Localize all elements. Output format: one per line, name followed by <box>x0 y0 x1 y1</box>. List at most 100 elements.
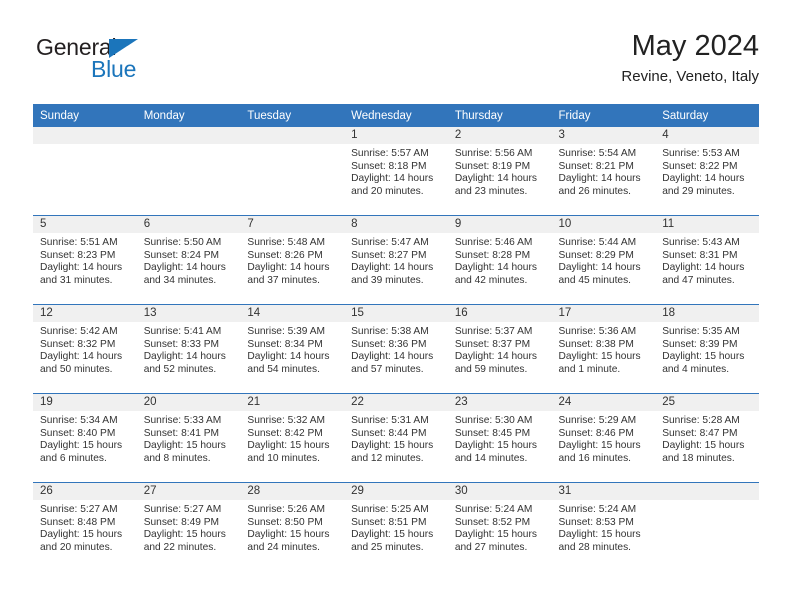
day-details: Sunrise: 5:27 AM Sunset: 8:48 PM Daylight:… <box>33 500 137 554</box>
general-blue-logo[interactable]: General Blue <box>33 34 253 90</box>
day-details: Sunrise: 5:29 AM Sunset: 8:46 PM Daylight:… <box>552 411 656 465</box>
day-number: 2 <box>447 127 552 144</box>
calendar-cell-day-21[interactable]: 21 Sunrise: 5:32 AM Sunset: 8:42 PM Dayligh… <box>240 393 345 483</box>
sunset-text: Sunset: 8:40 PM <box>40 427 116 439</box>
daylight-text: Daylight: 14 hours and 37 minutes. <box>247 262 330 286</box>
day-number: 31 <box>551 483 656 500</box>
calendar-cell-day-25[interactable]: 25 Sunrise: 5:28 AM Sunset: 8:47 PM Dayligh… <box>655 393 759 483</box>
day-number: 4 <box>655 127 759 144</box>
day-number: 14 <box>240 305 345 322</box>
day-number: 12 <box>33 305 137 322</box>
calendar-cell-day-22[interactable]: 22 Sunrise: 5:31 AM Sunset: 8:44 PM Dayligh… <box>344 393 448 483</box>
sunset-text: Sunset: 8:19 PM <box>454 160 531 172</box>
sunset-text: Sunset: 8:53 PM <box>558 516 634 528</box>
calendar-cell-day-20[interactable]: 20 Sunrise: 5:33 AM Sunset: 8:41 PM Dayligh… <box>136 393 241 483</box>
sunset-text: Sunset: 8:38 PM <box>558 338 634 350</box>
calendar-cell-day-13[interactable]: 13 Sunrise: 5:41 AM Sunset: 8:33 PM Dayligh… <box>136 304 241 394</box>
sunrise-text: Sunrise: 5:24 AM <box>454 504 533 515</box>
day-details: Sunrise: 5:24 AM Sunset: 8:52 PM Daylight:… <box>448 500 552 554</box>
calendar-cell-day-1[interactable]: 1 Sunrise: 5:57 AM Sunset: 8:18 PM Daylight… <box>344 127 448 216</box>
sunrise-text: Sunrise: 5:50 AM <box>143 237 222 248</box>
day-cell: 8 Sunrise: 5:47 AM Sunset: 8:27 PM Daylight… <box>344 216 448 304</box>
sunset-text: Sunset: 8:29 PM <box>558 249 634 261</box>
sunset-text: Sunset: 8:21 PM <box>558 160 634 172</box>
calendar-cell-day-19[interactable]: 19 Sunrise: 5:34 AM Sunset: 8:40 PM Dayligh… <box>33 393 137 483</box>
day-details: Sunrise: 5:48 AM Sunset: 8:26 PM Daylight:… <box>240 233 344 287</box>
calendar-cell-day-7[interactable]: 7 Sunrise: 5:48 AM Sunset: 8:26 PM Daylight… <box>240 215 345 305</box>
calendar-cell-day-5[interactable]: 5 Sunrise: 5:51 AM Sunset: 8:23 PM Daylight… <box>33 215 137 305</box>
calendar-cell-day-26[interactable]: 26 Sunrise: 5:27 AM Sunset: 8:48 PM Dayligh… <box>33 482 137 571</box>
day-cell: 13 Sunrise: 5:41 AM Sunset: 8:33 PM Dayligh… <box>136 305 241 393</box>
sunset-text: Sunset: 8:45 PM <box>454 427 531 439</box>
calendar-cell-day-15[interactable]: 15 Sunrise: 5:38 AM Sunset: 8:36 PM Dayligh… <box>344 304 448 394</box>
calendar-cell-day-27[interactable]: 27 Sunrise: 5:27 AM Sunset: 8:49 PM Dayligh… <box>136 482 241 571</box>
day-details: Sunrise: 5:54 AM Sunset: 8:21 PM Daylight:… <box>552 144 656 198</box>
daylight-text: Daylight: 14 hours and 47 minutes. <box>662 262 745 286</box>
calendar-cell-day-8[interactable]: 8 Sunrise: 5:47 AM Sunset: 8:27 PM Daylight… <box>344 215 448 305</box>
calendar-cell-day-23[interactable]: 23 Sunrise: 5:30 AM Sunset: 8:45 PM Dayligh… <box>447 393 552 483</box>
calendar-cell-day-12[interactable]: 12 Sunrise: 5:42 AM Sunset: 8:32 PM Dayligh… <box>33 304 137 394</box>
day-number: 20 <box>136 394 241 411</box>
daylight-text: Daylight: 15 hours and 6 minutes. <box>40 440 123 464</box>
calendar-cell-day-18[interactable]: 18 Sunrise: 5:35 AM Sunset: 8:39 PM Dayligh… <box>655 304 759 394</box>
sunset-text: Sunset: 8:26 PM <box>247 249 323 261</box>
calendar-week-row: 19 Sunrise: 5:34 AM Sunset: 8:40 PM Dayligh… <box>33 393 759 483</box>
sunrise-text: Sunrise: 5:24 AM <box>558 504 637 515</box>
day-details: Sunrise: 5:46 AM Sunset: 8:28 PM Daylight:… <box>448 233 552 287</box>
calendar-cell-day-31[interactable]: 31 Sunrise: 5:24 AM Sunset: 8:53 PM Dayligh… <box>551 482 656 571</box>
day-details: Sunrise: 5:32 AM Sunset: 8:42 PM Daylight:… <box>240 411 344 465</box>
sunrise-text: Sunrise: 5:32 AM <box>247 415 325 426</box>
day-cell: 30 Sunrise: 5:24 AM Sunset: 8:52 PM Dayligh… <box>447 483 552 571</box>
weekday-header-wednesday: Wednesday <box>344 104 448 127</box>
day-details: Sunrise: 5:43 AM Sunset: 8:31 PM Daylight:… <box>655 233 759 287</box>
day-cell: 15 Sunrise: 5:38 AM Sunset: 8:36 PM Dayligh… <box>344 305 448 393</box>
day-details: Sunrise: 5:34 AM Sunset: 8:40 PM Daylight:… <box>33 411 137 465</box>
sunrise-sunset-calendar: Sunday Monday Tuesday Wednesday Thursday Frid… <box>33 104 759 571</box>
calendar-cell-day-6[interactable]: 6 Sunrise: 5:50 AM Sunset: 8:24 PM Daylight… <box>136 215 241 305</box>
calendar-cell-day-3[interactable]: 3 Sunrise: 5:54 AM Sunset: 8:21 PM Daylight… <box>551 127 656 216</box>
calendar-cell-day-9[interactable]: 9 Sunrise: 5:46 AM Sunset: 8:28 PM Daylight… <box>447 215 552 305</box>
calendar-cell-day-14[interactable]: 14 Sunrise: 5:39 AM Sunset: 8:34 PM Dayligh… <box>240 304 345 394</box>
calendar-cell-empty <box>655 482 759 571</box>
calendar-cell-day-4[interactable]: 4 Sunrise: 5:53 AM Sunset: 8:22 PM Daylight… <box>655 127 759 216</box>
calendar-cell-day-11[interactable]: 11 Sunrise: 5:43 AM Sunset: 8:31 PM Dayligh… <box>655 215 759 305</box>
sunrise-text: Sunrise: 5:37 AM <box>454 326 533 337</box>
calendar-cell-day-2[interactable]: 2 Sunrise: 5:56 AM Sunset: 8:19 PM Daylight… <box>447 127 552 216</box>
calendar-cell-empty <box>240 127 345 216</box>
day-details: Sunrise: 5:30 AM Sunset: 8:45 PM Daylight:… <box>448 411 552 465</box>
sunset-text: Sunset: 8:48 PM <box>40 516 116 528</box>
calendar-cell-day-24[interactable]: 24 Sunrise: 5:29 AM Sunset: 8:46 PM Dayligh… <box>551 393 656 483</box>
calendar-cell-day-29[interactable]: 29 Sunrise: 5:25 AM Sunset: 8:51 PM Dayligh… <box>344 482 448 571</box>
day-details: Sunrise: 5:28 AM Sunset: 8:47 PM Daylight:… <box>655 411 759 465</box>
calendar-header-row: Sunday Monday Tuesday Wednesday Thursday Frid… <box>33 104 759 127</box>
daylight-text: Daylight: 14 hours and 42 minutes. <box>454 262 537 286</box>
day-cell: 25 Sunrise: 5:28 AM Sunset: 8:47 PM Dayligh… <box>655 394 759 482</box>
sunset-text: Sunset: 8:33 PM <box>143 338 220 350</box>
day-number <box>240 127 345 144</box>
daylight-text: Daylight: 14 hours and 34 minutes. <box>143 262 226 286</box>
day-cell <box>655 483 759 571</box>
daylight-text: Daylight: 15 hours and 27 minutes. <box>454 529 537 553</box>
day-number: 8 <box>344 216 448 233</box>
sunrise-text: Sunrise: 5:39 AM <box>247 326 325 337</box>
daylight-text: Daylight: 14 hours and 20 minutes. <box>351 173 434 197</box>
daylight-text: Daylight: 14 hours and 54 minutes. <box>247 351 330 375</box>
calendar-cell-day-17[interactable]: 17 Sunrise: 5:36 AM Sunset: 8:38 PM Dayligh… <box>551 304 656 394</box>
calendar-cell-day-30[interactable]: 30 Sunrise: 5:24 AM Sunset: 8:52 PM Dayligh… <box>447 482 552 571</box>
calendar-cell-day-10[interactable]: 10 Sunrise: 5:44 AM Sunset: 8:29 PM Dayligh… <box>551 215 656 305</box>
calendar-cell-day-16[interactable]: 16 Sunrise: 5:37 AM Sunset: 8:37 PM Dayligh… <box>447 304 552 394</box>
sunrise-text: Sunrise: 5:27 AM <box>143 504 222 515</box>
calendar-cell-empty <box>136 127 241 216</box>
sunset-text: Sunset: 8:22 PM <box>662 160 738 172</box>
sunrise-text: Sunrise: 5:27 AM <box>40 504 118 515</box>
page-title: May 2024 <box>631 30 759 62</box>
day-details: Sunrise: 5:50 AM Sunset: 8:24 PM Daylight:… <box>137 233 241 287</box>
day-cell: 27 Sunrise: 5:27 AM Sunset: 8:49 PM Dayligh… <box>136 483 241 571</box>
calendar-cell-day-28[interactable]: 28 Sunrise: 5:26 AM Sunset: 8:50 PM Dayligh… <box>240 482 345 571</box>
day-cell: 22 Sunrise: 5:31 AM Sunset: 8:44 PM Dayligh… <box>344 394 448 482</box>
day-number: 6 <box>136 216 241 233</box>
calendar-cell-empty <box>33 127 137 216</box>
sunrise-text: Sunrise: 5:38 AM <box>351 326 429 337</box>
calendar-week-row: 26 Sunrise: 5:27 AM Sunset: 8:48 PM Dayligh… <box>33 482 759 571</box>
sunset-text: Sunset: 8:49 PM <box>143 516 220 528</box>
